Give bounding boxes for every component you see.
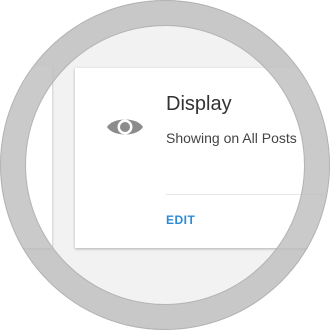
card-subtitle: Showing on All Posts	[166, 130, 297, 146]
edit-button[interactable]: EDIT	[166, 213, 195, 227]
magnifier-stage: Display Showing on All Posts EDIT	[0, 0, 330, 330]
card-divider	[166, 194, 330, 195]
magnifier-lens: Display Showing on All Posts EDIT	[0, 0, 330, 330]
eye-icon	[105, 112, 145, 142]
card-title: Display	[166, 93, 232, 115]
previous-settings-card	[0, 66, 52, 248]
display-settings-card: Display Showing on All Posts EDIT	[75, 68, 330, 248]
